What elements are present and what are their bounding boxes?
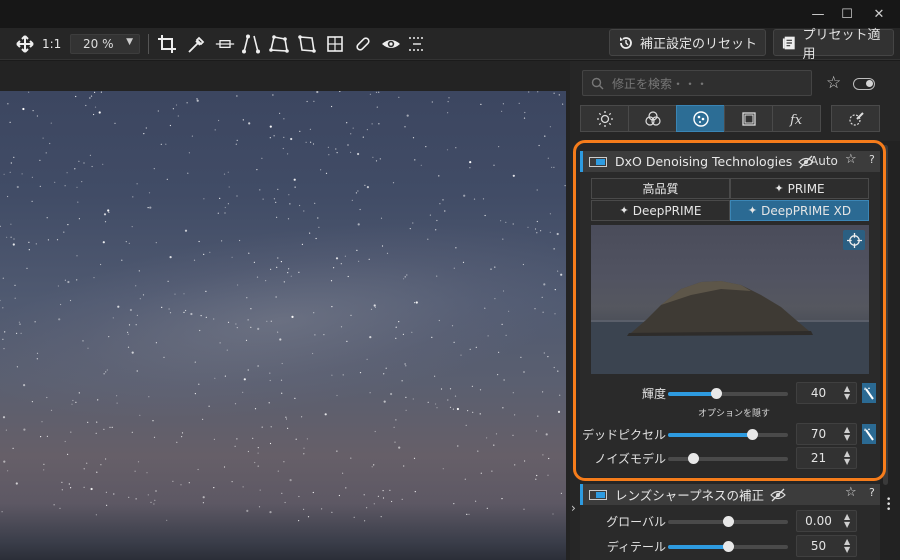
perspective-icon[interactable] <box>240 32 262 56</box>
reset-icon <box>620 36 632 49</box>
detail-icon <box>692 110 709 127</box>
global-value: 0.00 <box>805 514 832 528</box>
search-icon <box>591 77 604 89</box>
volume-deformation-icon[interactable] <box>324 32 346 56</box>
global-slider[interactable] <box>668 516 788 527</box>
move-icon[interactable] <box>14 32 36 56</box>
title-bar: — ☐ ✕ <box>0 0 900 28</box>
toolbar-divider <box>148 34 149 54</box>
section-accent <box>580 484 583 505</box>
eye-icon[interactable] <box>380 32 402 56</box>
crop-icon[interactable] <box>156 32 178 56</box>
reset-corrections-button[interactable]: 補正設定のリセット <box>609 29 766 56</box>
sun-icon <box>596 110 613 127</box>
lens-sharpness-title: レンズシャープネスの補正 <box>615 488 765 503</box>
tab-geometry[interactable] <box>724 105 773 132</box>
favorites-toggle[interactable] <box>853 78 875 90</box>
slider-knob[interactable] <box>723 541 734 552</box>
search-placeholder: 修正を検索・・・ <box>612 76 709 91</box>
svg-text:fx: fx <box>789 113 803 128</box>
eye-off-icon[interactable] <box>770 488 786 502</box>
fx-icon: fx <box>789 113 803 128</box>
tab-color[interactable] <box>628 105 677 132</box>
local-adjust-icon <box>848 111 864 126</box>
tab-effects[interactable]: fx <box>772 105 821 132</box>
perspective-4pt-icon[interactable] <box>268 32 290 56</box>
image-viewer[interactable] <box>0 61 570 560</box>
grid-icon[interactable] <box>406 32 428 56</box>
zoom-select[interactable]: 20 % ▼ <box>70 34 140 54</box>
search-input[interactable]: 修正を検索・・・ <box>582 70 812 96</box>
tab-local-adjustments[interactable] <box>831 105 880 132</box>
lens-sharpness-favorite-star-icon[interactable]: ☆ <box>845 485 857 500</box>
geometry-icon <box>741 111 756 126</box>
palette-tabs: fx <box>580 105 824 132</box>
tab-detail[interactable] <box>676 105 725 132</box>
detail-stepper[interactable]: ▲ ▼ <box>844 538 850 554</box>
rectangle-perspective-icon[interactable] <box>296 32 318 56</box>
toolbar: 1:1 20 % ▼ 補正設定のリセット プリセット適用 <box>0 28 900 62</box>
highlight-annotation <box>573 140 886 481</box>
chevron-down-icon: ▼ <box>126 37 133 47</box>
detail-value: 50 <box>810 539 827 553</box>
more-options-icon[interactable]: • • • <box>886 496 891 515</box>
tab-light[interactable] <box>580 105 629 132</box>
global-label: グローバル <box>606 515 666 529</box>
collapse-panel-chevron-icon[interactable]: › <box>571 501 576 515</box>
apply-preset-label: プリセット適用 <box>802 27 881 62</box>
color-circles-icon <box>644 110 661 126</box>
horizon-icon[interactable] <box>212 32 238 56</box>
zoom-value: 20 % <box>83 37 114 51</box>
photo-milky-way <box>0 91 566 560</box>
apply-preset-button[interactable]: プリセット適用 <box>773 28 894 62</box>
favorites-star-icon[interactable]: ☆ <box>826 73 841 93</box>
star-field <box>0 91 566 522</box>
fit-icon[interactable] <box>0 32 8 56</box>
detail-label: ディテール <box>606 540 666 554</box>
preset-icon <box>782 36 795 49</box>
lens-sharpness-help-button[interactable]: ? <box>869 486 875 499</box>
zoom-1to1-button[interactable]: 1:1 <box>42 34 61 54</box>
slider-row-detail: ディテール 50 ▲ ▼ <box>580 535 880 557</box>
reset-corrections-label: 補正設定のリセット <box>640 37 758 52</box>
lens-sharpness-section-header[interactable]: レンズシャープネスの補正 ☆ ? <box>580 484 880 505</box>
eyedropper-icon[interactable] <box>186 32 208 56</box>
lens-sharpness-enable-toggle[interactable] <box>589 489 607 500</box>
slider-fill <box>668 545 728 549</box>
slider-row-global: グローバル 0.00 ▲ ▼ <box>580 510 880 532</box>
repair-icon[interactable] <box>352 32 374 56</box>
slider-knob[interactable] <box>723 516 734 527</box>
detail-slider[interactable] <box>668 541 788 552</box>
global-stepper[interactable]: ▲ ▼ <box>844 513 850 529</box>
